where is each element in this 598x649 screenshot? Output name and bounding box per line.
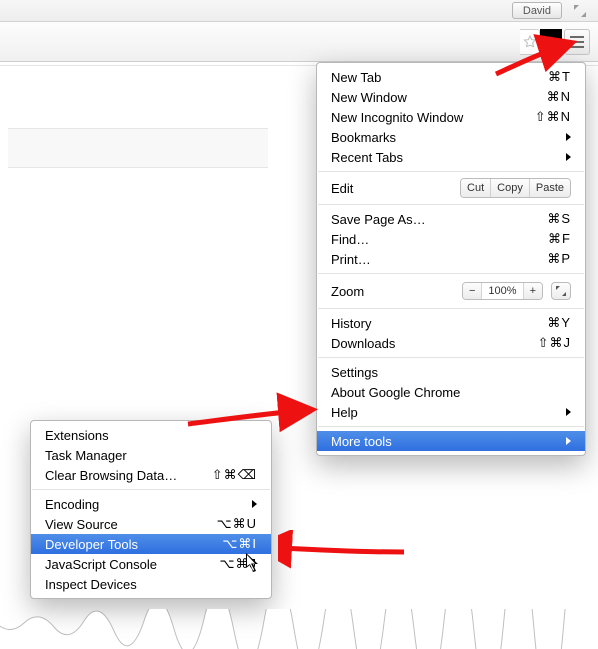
menu-separator (318, 357, 584, 358)
chrome-main-menu: New Tab⌘T New Window⌘N New Incognito Win… (316, 62, 586, 456)
window-titlebar: David (0, 0, 598, 22)
menu-find[interactable]: Find…⌘F (317, 229, 585, 249)
menu-save-as[interactable]: Save Page As…⌘S (317, 209, 585, 229)
page-background-band (8, 128, 268, 168)
sub-developer-tools[interactable]: Developer Tools⌥⌘I (31, 534, 271, 554)
submenu-arrow-icon (563, 133, 571, 141)
zoom-fullscreen-button[interactable] (551, 282, 571, 300)
menu-bookmarks[interactable]: Bookmarks (317, 127, 585, 147)
chrome-menu-button[interactable] (564, 29, 590, 55)
menu-zoom-row: Zoom − 100% + (317, 278, 585, 304)
menu-recent-tabs[interactable]: Recent Tabs (317, 147, 585, 167)
profile-button[interactable]: David (512, 2, 562, 19)
annotation-arrow-to-devtools (278, 530, 408, 570)
menu-settings[interactable]: Settings (317, 362, 585, 382)
fullscreen-icon (555, 285, 567, 297)
submenu-arrow-icon (563, 437, 571, 445)
submenu-arrow-icon (563, 153, 571, 161)
sub-js-console[interactable]: JavaScript Console⌥⌘J (31, 554, 271, 574)
menu-separator (32, 489, 270, 490)
zoom-in-button[interactable]: + (524, 283, 542, 299)
menu-separator (318, 204, 584, 205)
sub-extensions[interactable]: Extensions (31, 425, 271, 445)
fullscreen-icon[interactable] (572, 3, 588, 19)
edit-copy-button[interactable]: Copy (491, 179, 530, 197)
menu-separator (318, 426, 584, 427)
more-tools-submenu: Extensions Task Manager Clear Browsing D… (30, 420, 272, 599)
sub-view-source[interactable]: View Source⌥⌘U (31, 514, 271, 534)
menu-print[interactable]: Print…⌘P (317, 249, 585, 269)
star-icon (522, 34, 538, 50)
sub-clear-browsing[interactable]: Clear Browsing Data…⇧⌘⌫ (31, 465, 271, 485)
menu-downloads[interactable]: Downloads⇧⌘J (317, 333, 585, 353)
bookmark-star-button[interactable] (520, 29, 540, 55)
menu-new-tab[interactable]: New Tab⌘T (317, 67, 585, 87)
sub-inspect-devices[interactable]: Inspect Devices (31, 574, 271, 594)
menu-new-window[interactable]: New Window⌘N (317, 87, 585, 107)
menu-more-tools[interactable]: More tools (317, 431, 585, 451)
menu-about[interactable]: About Google Chrome (317, 382, 585, 402)
edit-paste-button[interactable]: Paste (530, 179, 570, 197)
menu-history[interactable]: History⌘Y (317, 313, 585, 333)
hamburger-icon (569, 35, 585, 49)
torn-edge-decoration (0, 609, 598, 649)
edit-cut-button[interactable]: Cut (461, 179, 491, 197)
menu-separator (318, 273, 584, 274)
zoom-level: 100% (482, 283, 523, 299)
zoom-out-button[interactable]: − (463, 283, 482, 299)
menu-separator (318, 171, 584, 172)
menu-separator (318, 308, 584, 309)
browser-toolbar (0, 22, 598, 62)
submenu-arrow-icon (563, 408, 571, 416)
redacted-block (540, 29, 562, 55)
menu-help[interactable]: Help (317, 402, 585, 422)
sub-encoding[interactable]: Encoding (31, 494, 271, 514)
menu-edit-row: Edit Cut Copy Paste (317, 176, 585, 200)
sub-task-manager[interactable]: Task Manager (31, 445, 271, 465)
menu-incognito[interactable]: New Incognito Window⇧⌘N (317, 107, 585, 127)
submenu-arrow-icon (249, 500, 257, 508)
